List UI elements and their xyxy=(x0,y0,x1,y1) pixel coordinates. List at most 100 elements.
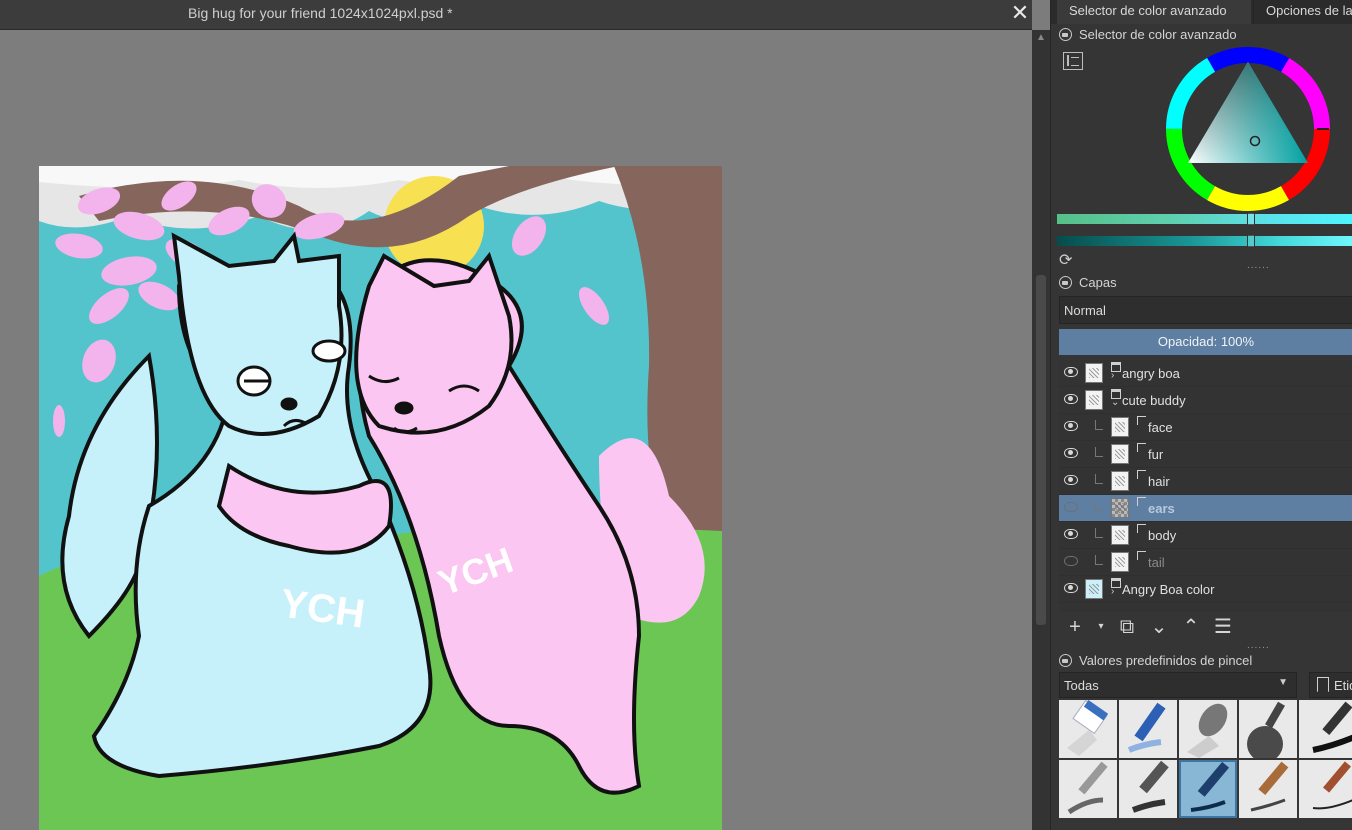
eraser-brush-preset[interactable] xyxy=(1059,700,1117,758)
lock-icon[interactable] xyxy=(1059,276,1072,289)
duplicate-layer-icon[interactable]: ⧉ xyxy=(1115,616,1139,640)
pencil-gray-brush-preset[interactable] xyxy=(1059,760,1117,818)
visibility-eye-icon[interactable] xyxy=(1064,556,1078,566)
layer-thumbnail xyxy=(1111,417,1129,437)
alpha-inherit-icon[interactable] xyxy=(1137,524,1146,533)
layer-name: hair xyxy=(1148,474,1170,489)
brush-filter-select[interactable]: Todas ▼ xyxy=(1059,672,1297,698)
color-slider-1[interactable] xyxy=(1057,212,1352,226)
lock-icon[interactable] xyxy=(1059,28,1072,41)
alpha-inherit-icon[interactable] xyxy=(1137,497,1146,506)
layer-name: fur xyxy=(1148,447,1164,462)
gray-pencil-icon xyxy=(1067,761,1108,815)
opacity-slider[interactable]: Opacidad: 100% xyxy=(1059,329,1352,355)
tab-advanced-color-selector[interactable]: Selector de color avanzado xyxy=(1057,0,1251,24)
layer-thumbnail xyxy=(1111,471,1129,491)
tree-branch-line xyxy=(1095,501,1103,511)
layer-list[interactable]: › angry boa ⌄ cute buddy face fur hair ears body… xyxy=(1059,360,1352,612)
artwork-canvas[interactable]: YCH YCH xyxy=(39,166,722,830)
visibility-eye-icon[interactable] xyxy=(1064,502,1078,512)
brush-pen-preset[interactable] xyxy=(1239,760,1297,818)
layer-thumbnail xyxy=(1111,552,1129,572)
add-layer-icon[interactable]: + xyxy=(1063,616,1087,640)
panel-resize-grip[interactable]: ...... xyxy=(1247,640,1270,651)
artwork-illustration: YCH YCH xyxy=(39,166,722,830)
visibility-eye-icon[interactable] xyxy=(1064,421,1078,431)
layer-row[interactable]: ears xyxy=(1059,495,1352,522)
color-wheel[interactable] xyxy=(1165,46,1331,212)
tree-branch-line xyxy=(1095,528,1103,538)
layer-row[interactable]: › angry boa xyxy=(1059,360,1352,387)
tree-branch-line xyxy=(1095,420,1103,430)
marker-brush-preset[interactable] xyxy=(1119,760,1177,818)
color-selector-header: Selector de color avanzado xyxy=(1059,27,1237,42)
expand-chevron-icon[interactable]: › xyxy=(1111,370,1114,381)
alpha-inherit-icon[interactable] xyxy=(1137,443,1146,452)
move-layer-down-icon[interactable]: ⌄ xyxy=(1147,616,1171,640)
slider-2-handle[interactable] xyxy=(1247,234,1255,248)
visibility-eye-icon[interactable] xyxy=(1064,394,1078,404)
layer-row[interactable]: ⌄ cute buddy xyxy=(1059,387,1352,414)
panel-resize-grip[interactable]: ...... xyxy=(1247,260,1270,271)
alpha-inherit-icon[interactable] xyxy=(1137,416,1146,425)
layer-thumbnail xyxy=(1111,525,1129,545)
scrollbar-thumb[interactable] xyxy=(1036,275,1046,625)
brush-tag-button[interactable]: Etiq xyxy=(1309,672,1352,698)
expand-chevron-icon[interactable]: › xyxy=(1111,586,1114,597)
tree-branch-line xyxy=(1095,447,1103,457)
layer-row[interactable]: body xyxy=(1059,522,1352,549)
visibility-eye-icon[interactable] xyxy=(1064,475,1078,485)
tree-branch-line xyxy=(1095,555,1103,565)
canvas-area[interactable]: YCH YCH xyxy=(0,30,1032,830)
fineliner-brush-preset[interactable] xyxy=(1179,760,1237,818)
lock-icon[interactable] xyxy=(1059,654,1072,667)
scroll-up-icon[interactable]: ▲ xyxy=(1036,32,1046,43)
visibility-eye-icon[interactable] xyxy=(1064,529,1078,539)
pencil-blue-brush-preset[interactable] xyxy=(1119,700,1177,758)
color-slider-2[interactable] xyxy=(1057,234,1352,248)
blender-brush-preset[interactable] xyxy=(1179,700,1237,758)
blue-pencil-icon xyxy=(1127,702,1166,753)
dock-tab-bar: Selector de color avanzado Opciones de l… xyxy=(1051,0,1352,24)
layer-row[interactable]: › Angry Boa color xyxy=(1059,576,1352,603)
alpha-inherit-icon[interactable] xyxy=(1137,470,1146,479)
brush-presets-header: Valores predefinidos de pincel xyxy=(1059,653,1252,668)
ink-pen-brush-preset[interactable] xyxy=(1299,700,1352,758)
layer-properties-icon[interactable]: ☰ xyxy=(1211,616,1235,640)
expand-chevron-icon[interactable]: ⌄ xyxy=(1111,397,1119,408)
layer-thumbnail xyxy=(1085,390,1103,410)
layer-toolbar: + ▾ ⧉ ⌄ ⌃ ☰ xyxy=(1059,614,1352,642)
color-selector-settings-icon[interactable] xyxy=(1063,52,1083,70)
layer-thumbnail xyxy=(1111,444,1129,464)
krita-window: Big hug for your friend 1024x1024pxl.psd… xyxy=(0,0,1352,830)
move-layer-up-icon[interactable]: ⌃ xyxy=(1179,616,1203,640)
layer-row[interactable]: tail xyxy=(1059,549,1352,576)
tree-branch-line xyxy=(1095,474,1103,484)
dip-pen-preset[interactable] xyxy=(1299,760,1352,818)
brush-filter-value: Todas xyxy=(1064,678,1099,693)
right-dock: Selector de color avanzado Opciones de l… xyxy=(1050,0,1352,830)
airbrush-icon xyxy=(1247,701,1285,758)
layer-name: body xyxy=(1148,528,1177,543)
marker-icon xyxy=(1131,760,1169,813)
document-title[interactable]: Big hug for your friend 1024x1024pxl.psd… xyxy=(188,5,453,21)
close-document-icon[interactable]: ✕ xyxy=(1008,2,1032,26)
add-layer-menu-icon[interactable]: ▾ xyxy=(1095,616,1107,640)
visibility-eye-icon[interactable] xyxy=(1064,448,1078,458)
alpha-inherit-icon[interactable] xyxy=(1137,551,1146,560)
canvas-vertical-scrollbar[interactable]: ▲ xyxy=(1032,30,1050,830)
ink-pen-icon xyxy=(1312,701,1352,753)
layer-name: face xyxy=(1148,420,1173,435)
slider-1-handle[interactable] xyxy=(1247,212,1255,226)
layer-row[interactable]: hair xyxy=(1059,468,1352,495)
airbrush-preset[interactable] xyxy=(1239,700,1297,758)
brush-presets-title: Valores predefinidos de pincel xyxy=(1079,653,1253,668)
blend-mode-select[interactable]: Normal xyxy=(1059,296,1352,324)
visibility-eye-icon[interactable] xyxy=(1064,367,1078,377)
tab-tool-options[interactable]: Opciones de la xyxy=(1253,0,1352,24)
layers-title: Capas xyxy=(1079,275,1117,290)
refresh-icon[interactable]: ⟳ xyxy=(1059,250,1072,270)
layer-row[interactable]: face xyxy=(1059,414,1352,441)
visibility-eye-icon[interactable] xyxy=(1064,583,1078,593)
layer-row[interactable]: fur xyxy=(1059,441,1352,468)
